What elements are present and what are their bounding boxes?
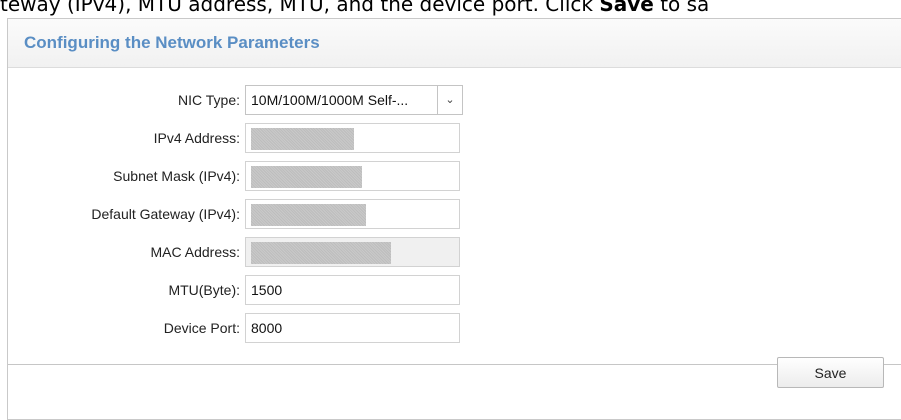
redacted-value — [251, 166, 362, 188]
redacted-value — [251, 204, 366, 226]
subnet-mask-row: Subnet Mask (IPv4): — [8, 161, 478, 191]
nic-type-value: 10M/100M/1000M Self-... — [251, 92, 409, 108]
default-gateway-row: Default Gateway (IPv4): — [8, 199, 478, 229]
doc-text-bold: Save — [599, 0, 654, 16]
subnet-mask-input[interactable] — [245, 161, 460, 191]
save-button[interactable]: Save — [777, 357, 884, 388]
device-port-row: Device Port: 8000 — [8, 313, 478, 343]
default-gateway-label: Default Gateway (IPv4): — [91, 206, 240, 222]
panel-title: Configuring the Network Parameters — [24, 33, 320, 52]
mtu-label: MTU(Byte): — [168, 282, 240, 298]
redacted-value — [251, 242, 391, 264]
device-port-input[interactable]: 8000 — [245, 313, 460, 343]
device-port-label: Device Port: — [163, 320, 240, 336]
mtu-value: 1500 — [251, 282, 283, 298]
default-gateway-input[interactable] — [245, 199, 460, 229]
ipv4-address-label: IPv4 Address: — [153, 130, 240, 146]
mtu-row: MTU(Byte): 1500 — [8, 275, 478, 305]
mtu-input[interactable]: 1500 — [245, 275, 460, 305]
nic-type-row: NIC Type: 10M/100M/1000M Self-... ⌄ — [8, 85, 478, 115]
mac-address-field — [245, 237, 460, 267]
ipv4-address-input[interactable] — [245, 123, 460, 153]
mac-address-row: MAC Address: — [8, 237, 478, 267]
nic-type-label: NIC Type: — [178, 92, 240, 108]
chevron-down-icon[interactable]: ⌄ — [437, 86, 462, 114]
document-instruction-text: teway (IPv4), MTU address, MTU, and the … — [0, 0, 901, 18]
nic-type-select[interactable]: 10M/100M/1000M Self-... ⌄ — [245, 85, 463, 115]
panel-header: Configuring the Network Parameters — [8, 19, 901, 68]
footer-divider — [8, 364, 901, 365]
redacted-value — [251, 128, 354, 150]
doc-text-after: to sa — [653, 0, 710, 16]
subnet-mask-label: Subnet Mask (IPv4): — [113, 168, 240, 184]
ipv4-address-row: IPv4 Address: — [8, 123, 478, 153]
network-parameters-panel: Configuring the Network Parameters NIC T… — [7, 18, 901, 420]
doc-text-before: teway (IPv4), MTU address, MTU, and the … — [0, 0, 600, 16]
device-port-value: 8000 — [251, 320, 283, 336]
mac-address-label: MAC Address: — [150, 244, 240, 260]
